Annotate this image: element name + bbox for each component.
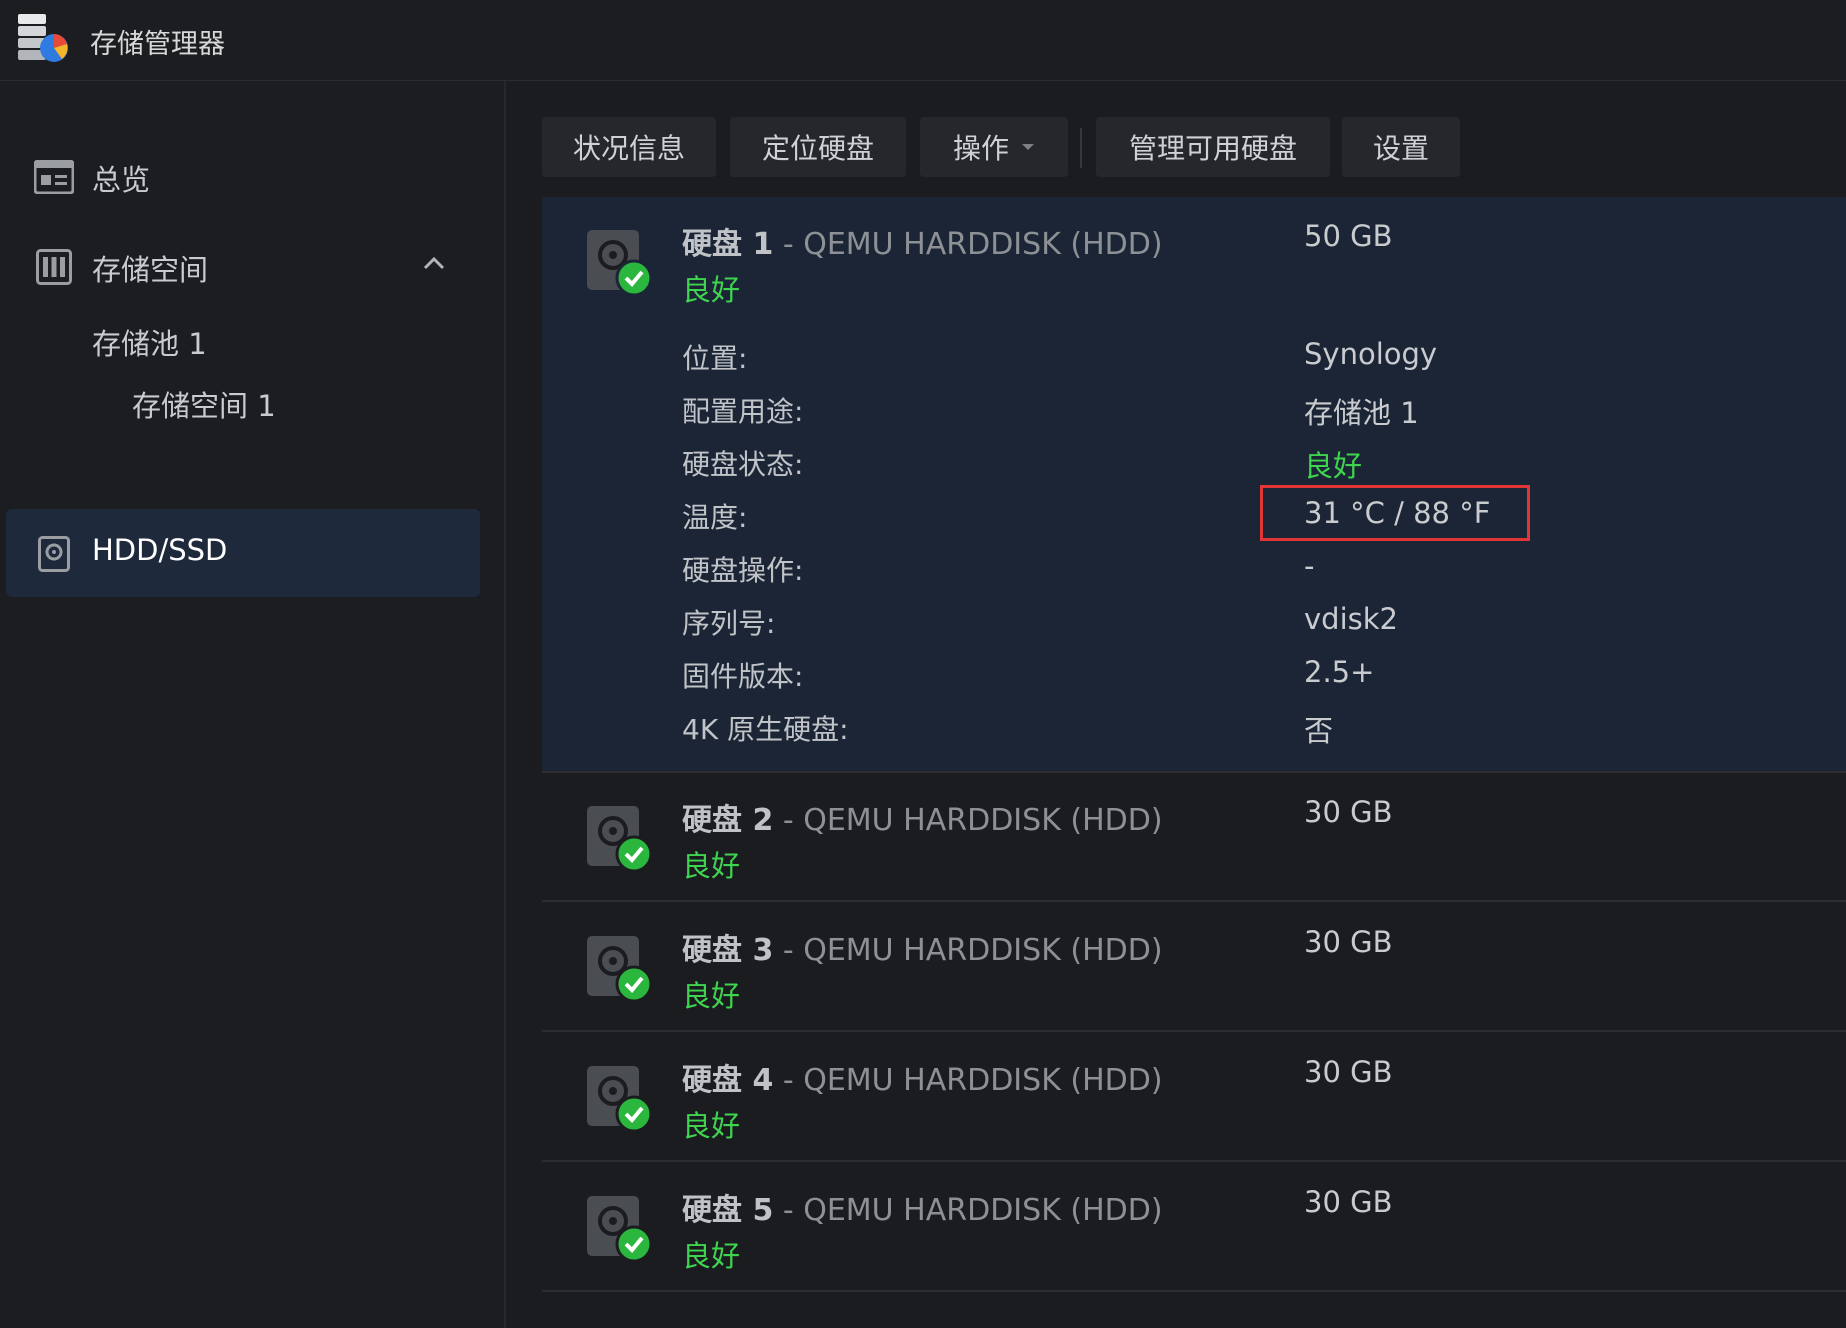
disk-model: - QEMU HARDDISK (HDD) xyxy=(773,803,1163,838)
disk-status: 良好 xyxy=(682,979,741,1013)
disk-size: 30 GB xyxy=(1304,925,1393,959)
disk-model: - QEMU HARDDISK (HDD) xyxy=(773,1193,1163,1228)
sidebar-item-overview[interactable]: 总览 xyxy=(0,141,480,211)
disk-title: 硬盘 1 - QEMU HARDDISK (HDD) xyxy=(682,219,1163,263)
sidebar-item-pool[interactable]: 存储池 1 xyxy=(0,309,480,369)
detail-label-operation: 硬盘操作: xyxy=(682,554,804,587)
sidebar: 总览 存储空间 存储池 1 存储空间 1 HDD/SSD xyxy=(0,81,506,1328)
detail-label-allocation: 配置用途: xyxy=(682,395,804,428)
disk-size: 30 GB xyxy=(1304,1055,1393,1089)
disk-title: 硬盘 5 - QEMU HARDDISK (HDD) xyxy=(682,1185,1163,1229)
storage-volume-icon xyxy=(36,249,72,285)
disk-name: 硬盘 4 xyxy=(682,1063,774,1098)
sidebar-item-volume[interactable]: 存储空间 1 xyxy=(0,371,480,431)
settings-button[interactable]: 设置 xyxy=(1342,117,1460,177)
detail-value-location: Synology xyxy=(1304,337,1438,371)
title-bar: 存储管理器 xyxy=(0,0,1846,81)
disk-status: 良好 xyxy=(682,1239,741,1273)
disk-row-2[interactable]: 硬盘 2 - QEMU HARDDISK (HDD) 30 GB 良好 xyxy=(542,771,1846,902)
sidebar-item-label: 存储池 1 xyxy=(92,327,207,361)
disk-row-5[interactable]: 硬盘 5 - QEMU HARDDISK (HDD) 30 GB 良好 xyxy=(542,1161,1846,1292)
sidebar-item-storage[interactable]: 存储空间 xyxy=(0,231,480,301)
disk-size: 50 GB xyxy=(1304,219,1393,253)
manage-spare-button[interactable]: 管理可用硬盘 xyxy=(1096,117,1330,177)
disk-status: 良好 xyxy=(682,849,741,883)
disk-size: 30 GB xyxy=(1304,1185,1393,1219)
disk-model: - QEMU HARDDISK (HDD) xyxy=(773,227,1163,262)
detail-label-temperature: 温度: xyxy=(682,501,748,534)
detail-value-allocation: 存储池 1 xyxy=(1304,396,1419,430)
locate-disk-button[interactable]: 定位硬盘 xyxy=(730,117,906,177)
hdd-icon xyxy=(38,536,70,572)
status-info-button[interactable]: 状况信息 xyxy=(542,117,716,177)
disk-ok-icon xyxy=(587,1196,653,1263)
disk-model: - QEMU HARDDISK (HDD) xyxy=(773,933,1163,968)
disk-ok-icon xyxy=(587,1066,653,1133)
disk-title: 硬盘 4 - QEMU HARDDISK (HDD) xyxy=(682,1055,1163,1099)
app-title: 存储管理器 xyxy=(90,29,225,60)
disk-status: 良好 xyxy=(682,273,741,307)
disk-name: 硬盘 2 xyxy=(682,803,774,838)
overview-card-icon xyxy=(34,160,74,194)
detail-label-location: 位置: xyxy=(682,342,748,375)
detail-value-operation: - xyxy=(1304,549,1315,583)
caret-down-icon xyxy=(1022,144,1034,150)
temperature-highlight-box xyxy=(1260,485,1530,541)
sidebar-item-label: 总览 xyxy=(92,163,151,197)
disk-name: 硬盘 5 xyxy=(682,1193,774,1228)
sidebar-item-label: 存储空间 1 xyxy=(132,389,276,423)
detail-label-4k-native: 4K 原生硬盘: xyxy=(682,713,849,746)
detail-label-health: 硬盘状态: xyxy=(682,448,804,481)
disk-model: - QEMU HARDDISK (HDD) xyxy=(773,1063,1163,1098)
detail-label-firmware: 固件版本: xyxy=(682,660,804,693)
disk-ok-icon xyxy=(587,230,653,297)
disk-row-4[interactable]: 硬盘 4 - QEMU HARDDISK (HDD) 30 GB 良好 xyxy=(542,1031,1846,1162)
disk-row-1[interactable]: 硬盘 1 - QEMU HARDDISK (HDD) 50 GB 良好 位置: … xyxy=(542,197,1846,773)
disk-ok-icon xyxy=(587,936,653,1003)
disk-status: 良好 xyxy=(682,1109,741,1143)
detail-label-serial: 序列号: xyxy=(682,607,776,640)
toolbar-divider xyxy=(1080,128,1082,168)
disk-ok-icon xyxy=(587,806,653,873)
sidebar-item-label: HDD/SSD xyxy=(92,533,228,567)
disk-row-3[interactable]: 硬盘 3 - QEMU HARDDISK (HDD) 30 GB 良好 xyxy=(542,901,1846,1032)
disk-name: 硬盘 1 xyxy=(682,227,774,262)
disk-title: 硬盘 3 - QEMU HARDDISK (HDD) xyxy=(682,925,1163,969)
storage-manager-icon xyxy=(18,14,68,62)
actions-dropdown-button[interactable]: 操作 xyxy=(920,117,1068,177)
disk-name: 硬盘 3 xyxy=(682,933,774,968)
chevron-up-icon[interactable] xyxy=(422,255,446,271)
sidebar-item-hdd[interactable]: HDD/SSD xyxy=(6,509,480,597)
detail-value-firmware: 2.5+ xyxy=(1304,655,1375,689)
detail-value-health: 良好 xyxy=(1304,449,1363,483)
sidebar-item-label: 存储空间 xyxy=(92,253,209,287)
disk-title: 硬盘 2 - QEMU HARDDISK (HDD) xyxy=(682,795,1163,839)
detail-value-serial: vdisk2 xyxy=(1304,602,1398,636)
detail-value-4k-native: 否 xyxy=(1304,714,1334,748)
disk-size: 30 GB xyxy=(1304,795,1393,829)
actions-label: 操作 xyxy=(952,132,1009,165)
